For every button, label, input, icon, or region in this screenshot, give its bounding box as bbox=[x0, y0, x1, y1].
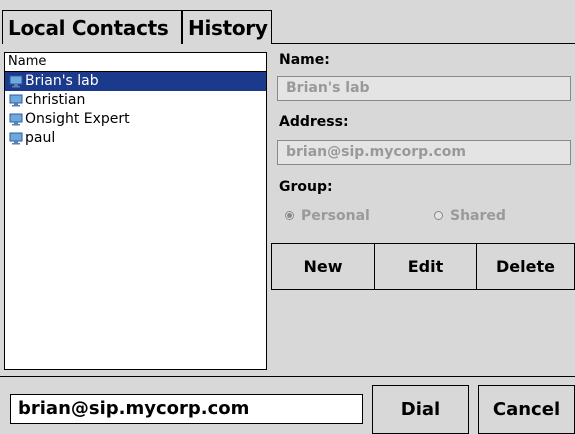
name-label: Name: bbox=[279, 52, 330, 68]
computer-monitor-icon bbox=[9, 75, 23, 88]
computer-monitor-icon bbox=[9, 94, 23, 107]
contact-list[interactable]: Name Brian's lab christian Onsight Exper… bbox=[4, 52, 267, 370]
radio-personal-label: Personal bbox=[301, 208, 370, 224]
contact-item-brians-lab[interactable]: Brian's lab bbox=[5, 72, 266, 91]
contact-item-onsight-expert[interactable]: Onsight Expert bbox=[5, 110, 266, 129]
cancel-button[interactable]: Cancel bbox=[478, 385, 575, 434]
group-label: Group: bbox=[279, 179, 333, 195]
address-field: brian@sip.mycorp.com bbox=[277, 140, 571, 165]
radio-shared-label: Shared bbox=[450, 208, 506, 224]
edit-button[interactable]: Edit bbox=[374, 243, 477, 290]
dial-button[interactable]: Dial bbox=[372, 385, 469, 434]
contact-name: Onsight Expert bbox=[25, 111, 130, 127]
radio-personal[interactable]: Personal bbox=[283, 207, 370, 225]
radio-shared[interactable]: Shared bbox=[432, 207, 506, 225]
new-button[interactable]: New bbox=[271, 243, 375, 290]
name-field: Brian's lab bbox=[277, 76, 571, 101]
column-header-name[interactable]: Name bbox=[5, 53, 266, 72]
computer-monitor-icon bbox=[9, 113, 23, 126]
computer-monitor-icon bbox=[9, 132, 23, 145]
dial-address-input[interactable]: brian@sip.mycorp.com bbox=[10, 394, 363, 424]
contact-item-paul[interactable]: paul bbox=[5, 129, 266, 148]
address-label: Address: bbox=[279, 114, 349, 130]
radio-checked-icon bbox=[285, 211, 294, 220]
contact-name: Brian's lab bbox=[25, 73, 99, 89]
contact-name: christian bbox=[25, 92, 86, 108]
contact-item-christian[interactable]: christian bbox=[5, 91, 266, 110]
tab-divider bbox=[272, 43, 575, 44]
delete-button[interactable]: Delete bbox=[476, 243, 575, 290]
tab-bar: Local Contacts History bbox=[0, 0, 575, 44]
radio-unchecked-icon bbox=[434, 211, 443, 220]
tab-local-contacts[interactable]: Local Contacts bbox=[2, 10, 182, 44]
bottom-divider bbox=[0, 376, 575, 377]
tab-history[interactable]: History bbox=[182, 10, 272, 44]
contact-name: paul bbox=[25, 130, 56, 146]
